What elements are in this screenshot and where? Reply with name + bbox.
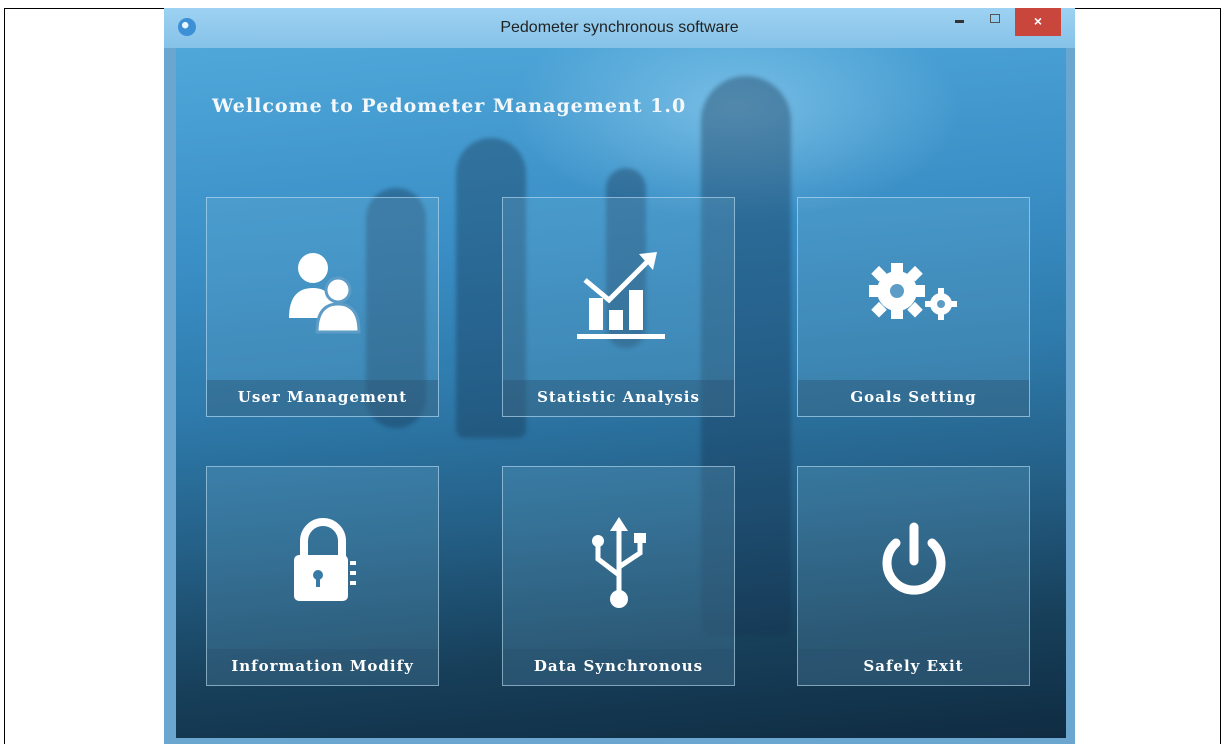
- app-window: Pedometer synchronous software × Wellcom…: [164, 8, 1075, 744]
- window-title: Pedometer synchronous software: [500, 19, 739, 36]
- tile-label: Statistic Analysis: [537, 388, 700, 406]
- main-panel: Wellcome to Pedometer Management 1.0 Use…: [176, 48, 1066, 738]
- frame-left: [4, 8, 5, 744]
- power-icon: [882, 522, 945, 595]
- lock-icon: [293, 518, 356, 601]
- frame-right: [1220, 8, 1221, 744]
- maximize-button[interactable]: [982, 8, 1008, 34]
- users-icon: [288, 253, 361, 334]
- minimize-icon: [955, 20, 964, 23]
- maximize-icon: [990, 14, 1000, 23]
- tile-label: Goals Setting: [850, 388, 977, 406]
- chart-icon: [576, 252, 665, 339]
- tile-statistic-analysis[interactable]: Statistic Analysis: [502, 197, 735, 417]
- tile-user-management[interactable]: User Management: [206, 197, 439, 417]
- tile-label: Information Modify: [231, 657, 414, 675]
- usb-icon: [591, 517, 646, 608]
- title-bar[interactable]: Pedometer synchronous software ×: [164, 8, 1075, 48]
- tile-label: Data Synchronous: [533, 657, 704, 675]
- welcome-heading: Wellcome to Pedometer Management 1.0: [212, 95, 687, 117]
- close-button[interactable]: ×: [1015, 8, 1061, 36]
- tile-label: Safely Exit: [863, 657, 964, 675]
- minimize-button[interactable]: [947, 8, 973, 34]
- tile-information-modify[interactable]: Information Modify: [206, 466, 439, 686]
- gears-icon: [868, 263, 957, 320]
- tile-data-synchronous[interactable]: Data Synchronous: [502, 466, 735, 686]
- tile-goals-setting[interactable]: Goals Setting: [797, 197, 1030, 417]
- tile-safely-exit[interactable]: Safely Exit: [797, 466, 1030, 686]
- tile-label: User Management: [237, 388, 408, 406]
